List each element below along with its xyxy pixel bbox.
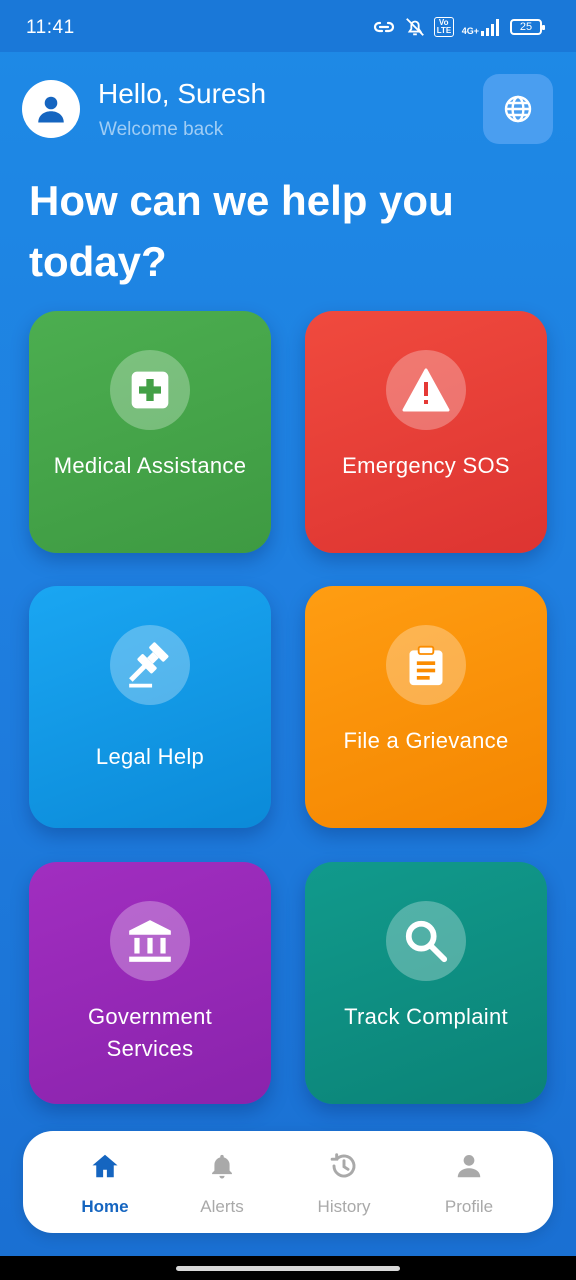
- status-icons: Vo LTE 4G+ 25: [372, 14, 545, 40]
- bell-icon: [212, 1154, 232, 1179]
- tile-label: Government Services: [87, 1004, 213, 1061]
- person-icon: [457, 1155, 481, 1178]
- network-type-icon: 4G+: [462, 18, 502, 36]
- nav-home[interactable]: Home: [55, 1149, 155, 1219]
- icon-badge: [110, 350, 190, 430]
- bottom-nav: Home Alerts History Profile: [23, 1131, 553, 1233]
- gesture-area: [0, 1256, 576, 1280]
- home-icon: [92, 1154, 118, 1178]
- tile-track-complaint[interactable]: Track Complaint: [305, 862, 547, 1104]
- link-icon: [372, 15, 396, 39]
- tile-file-grievance[interactable]: File a Grievance: [305, 586, 547, 828]
- tile-label: Medical Assistance: [53, 453, 247, 478]
- greeting: Hello, Suresh: [98, 78, 267, 109]
- icon-badge: [110, 625, 190, 705]
- tile-medical-assistance[interactable]: Medical Assistance: [29, 311, 271, 553]
- gavel-icon: [129, 642, 169, 688]
- nav-profile[interactable]: Profile: [419, 1149, 519, 1219]
- header: Hello, Suresh Welcome back: [22, 74, 554, 144]
- battery-icon: 25: [510, 19, 545, 35]
- search-icon: [405, 920, 448, 963]
- page-title: How can we help you today?: [29, 177, 454, 285]
- volte-icon: Vo LTE: [433, 17, 454, 37]
- bank-icon: [129, 920, 171, 962]
- tile-label: Legal Help: [95, 744, 205, 769]
- history-icon: [330, 1153, 356, 1178]
- status-bar: 11:41 Vo LTE 4G+ 25: [0, 0, 576, 52]
- nav-label: Profile: [444, 1197, 494, 1216]
- nav-history[interactable]: History: [294, 1149, 394, 1219]
- bell-muted-icon: [404, 16, 426, 38]
- icon-badge: [386, 901, 466, 981]
- nav-alerts[interactable]: Alerts: [172, 1149, 272, 1219]
- tile-legal-help[interactable]: Legal Help: [29, 586, 271, 828]
- icon-badge: [110, 901, 190, 981]
- globe-icon: [504, 95, 532, 123]
- nav-label: Home: [81, 1197, 129, 1216]
- gesture-handle[interactable]: [176, 1266, 400, 1271]
- language-button[interactable]: [483, 74, 553, 144]
- person-icon: [38, 96, 64, 123]
- nav-label: Alerts: [200, 1197, 244, 1216]
- tile-emergency-sos[interactable]: Emergency SOS: [305, 311, 547, 553]
- welcome-text: Welcome back: [99, 119, 224, 140]
- avatar[interactable]: [22, 80, 80, 138]
- icon-badge: [386, 350, 466, 430]
- medical-cross-icon: [131, 371, 169, 409]
- warning-icon: [402, 368, 450, 412]
- clipboard-icon: [409, 645, 443, 686]
- tile-label: Emergency SOS: [342, 453, 510, 478]
- tile-label: Track Complaint: [344, 1004, 508, 1029]
- battery-level: 25: [519, 21, 533, 33]
- status-time: 11:41: [26, 17, 75, 38]
- nav-label: History: [317, 1197, 371, 1216]
- tile-government-services[interactable]: Government Services: [29, 862, 271, 1104]
- icon-badge: [386, 625, 466, 705]
- tile-label: File a Grievance: [343, 728, 509, 753]
